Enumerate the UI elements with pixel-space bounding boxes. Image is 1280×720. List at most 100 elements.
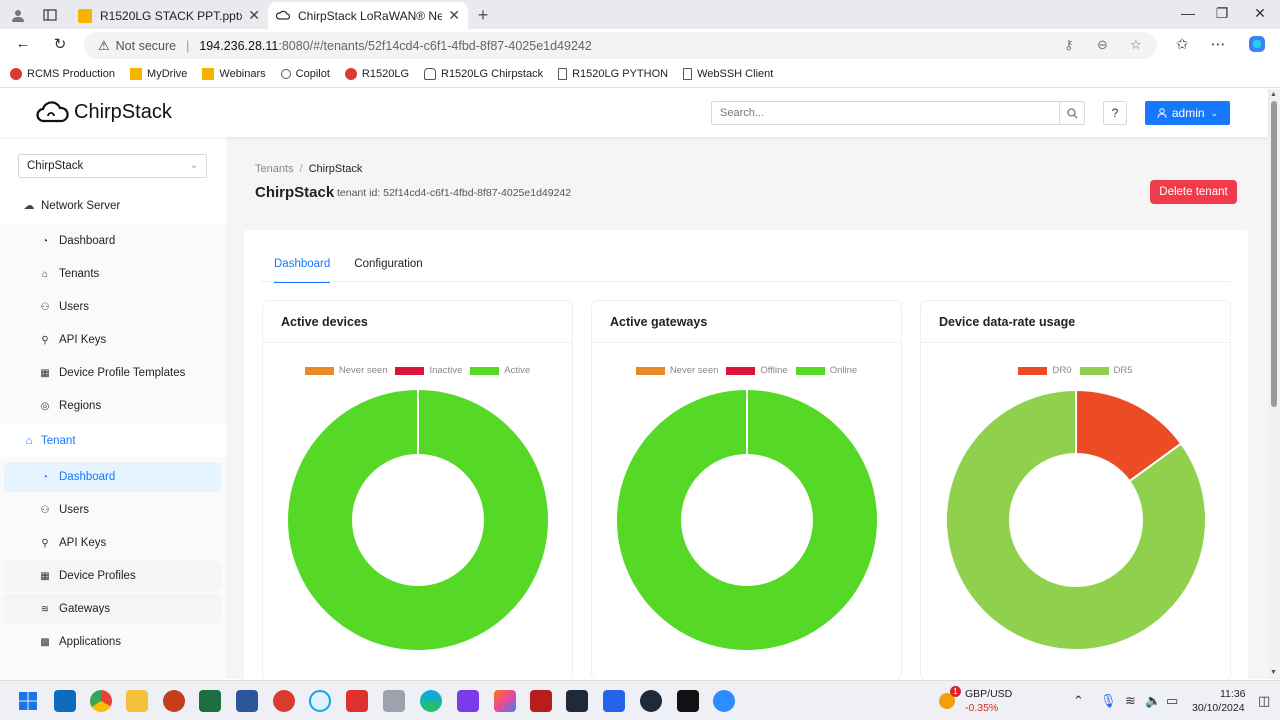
app-header: ChirpStack ? admin ⌄ bbox=[0, 89, 1268, 137]
legend-item[interactable]: Online bbox=[795, 365, 857, 376]
bookmark-webinars[interactable]: Webinars bbox=[202, 68, 266, 80]
scroll-down-icon[interactable]: ▼ bbox=[1270, 669, 1277, 676]
bookmark-r1520lg[interactable]: R1520LG bbox=[344, 68, 409, 80]
sidebar-item-device-profile-templates[interactable]: ▦ Device Profile Templates bbox=[4, 358, 221, 388]
word-icon[interactable] bbox=[236, 690, 258, 712]
favorites-icon[interactable]: ✩ bbox=[1172, 35, 1192, 53]
sidebar-item-ns-api-keys[interactable]: ⚲ API Keys bbox=[4, 325, 221, 355]
key-icon[interactable]: ⚷ bbox=[1064, 37, 1074, 53]
close-icon[interactable]: ✕ bbox=[248, 7, 260, 24]
ticker-name[interactable]: GBP/USD bbox=[965, 688, 1012, 700]
minimize-icon[interactable]: — bbox=[1178, 5, 1198, 21]
chirpstack-logo[interactable]: ChirpStack bbox=[36, 99, 172, 125]
refresh-icon[interactable]: ↻ bbox=[50, 35, 70, 53]
legend-item[interactable]: Inactive bbox=[395, 365, 462, 376]
zoom-icon[interactable]: ⊖ bbox=[1097, 37, 1108, 53]
user-menu-button[interactable]: admin ⌄ bbox=[1145, 101, 1230, 125]
sidebar-item-applications[interactable]: ▩ Applications bbox=[4, 627, 221, 657]
pdf-icon[interactable] bbox=[530, 690, 552, 712]
legend-label: DR5 bbox=[1113, 365, 1133, 376]
legend-item[interactable]: Never seen bbox=[635, 365, 718, 376]
anydesk-icon[interactable] bbox=[346, 690, 368, 712]
terminal-icon[interactable] bbox=[566, 690, 588, 712]
bookmark-chirpstack[interactable]: R1520LG Chirpstack bbox=[424, 68, 543, 80]
tenant-group[interactable]: ⌂ Tenant bbox=[22, 435, 76, 447]
excel-icon[interactable] bbox=[199, 690, 221, 712]
clock-time[interactable]: 11:36 bbox=[1220, 688, 1246, 700]
legend-item[interactable]: Offline bbox=[726, 365, 788, 376]
tab-dashboard[interactable]: Dashboard bbox=[274, 258, 331, 283]
new-tab-button[interactable]: + bbox=[473, 5, 493, 25]
battery-icon[interactable]: ▭ bbox=[1166, 693, 1178, 709]
delete-tenant-button[interactable]: Delete tenant bbox=[1150, 180, 1237, 204]
tray-chevron-icon[interactable]: ⌃ bbox=[1073, 693, 1084, 709]
sidebar-item-gateways[interactable]: ≋ Gateways bbox=[4, 594, 221, 624]
clipchamp-icon[interactable] bbox=[457, 690, 479, 712]
profile-icon[interactable] bbox=[8, 5, 28, 25]
cat-app-icon[interactable] bbox=[677, 690, 699, 712]
sidebar-item-tenant-api-keys[interactable]: ⚲ API Keys bbox=[4, 528, 221, 558]
legend-item[interactable]: DR5 bbox=[1079, 365, 1133, 376]
sidebar: ChirpStack ⌄ ☁ Network Server ◔ Dashboard… bbox=[0, 137, 226, 679]
tab-actions-icon[interactable] bbox=[40, 5, 60, 25]
wifi-icon[interactable]: ≋ bbox=[1125, 693, 1136, 709]
snipping-tool-icon[interactable] bbox=[383, 690, 405, 712]
back-icon[interactable]: ← bbox=[13, 35, 33, 52]
bookmark-python[interactable]: R1520LG PYTHON bbox=[558, 68, 668, 80]
sidebar-item-tenant-dashboard[interactable]: ◔ Dashboard bbox=[4, 462, 221, 492]
sidebar-item-ns-users[interactable]: ⚇ Users bbox=[4, 292, 221, 322]
favorite-star-icon[interactable]: ☆ bbox=[1130, 37, 1142, 53]
bookmark-rcms[interactable]: RCMS Production bbox=[10, 68, 115, 80]
sidebar-item-ns-dashboard[interactable]: ◔ Dashboard bbox=[4, 226, 221, 256]
browser-tab-chirpstack[interactable]: ChirpStack LoRaWAN® Network ✕ bbox=[268, 2, 468, 29]
card-title: Active gateways bbox=[592, 301, 901, 343]
search-icon bbox=[1066, 107, 1077, 118]
sidebar-item-regions[interactable]: ◎ Regions bbox=[4, 391, 221, 421]
bookmark-mydrive[interactable]: MyDrive bbox=[130, 68, 187, 80]
scroll-up-icon[interactable]: ▲ bbox=[1270, 91, 1277, 98]
legend-item[interactable]: Active bbox=[470, 365, 530, 376]
chat-icon[interactable] bbox=[309, 690, 331, 712]
breadcrumb-tenants-link[interactable]: Tenants bbox=[255, 163, 294, 175]
outlook-icon[interactable] bbox=[54, 690, 76, 712]
rcms-app-icon[interactable] bbox=[273, 690, 295, 712]
clock-date[interactable]: 30/10/2024 bbox=[1192, 702, 1245, 714]
sidebar-item-device-profiles[interactable]: ▦ Device Profiles bbox=[4, 561, 221, 591]
copilot-app-icon[interactable] bbox=[494, 690, 516, 712]
template-icon: ▦ bbox=[40, 367, 50, 379]
network-server-group[interactable]: ☁ Network Server bbox=[22, 199, 121, 213]
page-scrollbar[interactable]: ▲ ▼ bbox=[1268, 89, 1280, 679]
tab-list: Dashboard Configuration bbox=[274, 258, 447, 283]
bookmark-webssh[interactable]: WebSSH Client bbox=[683, 68, 773, 80]
windows-start-icon[interactable] bbox=[17, 690, 39, 712]
microphone-icon[interactable]: 🎙 bbox=[1100, 693, 1117, 709]
more-menu-icon[interactable]: ⋯ bbox=[1208, 35, 1228, 53]
sidebar-item-tenants[interactable]: ⌂ Tenants bbox=[4, 259, 221, 289]
edge-icon[interactable] bbox=[420, 690, 442, 712]
search-button[interactable] bbox=[1059, 102, 1084, 124]
volume-icon[interactable]: 🔈 bbox=[1145, 693, 1161, 709]
legend-item[interactable]: DR0 bbox=[1018, 365, 1072, 376]
zoom-icon[interactable] bbox=[713, 690, 735, 712]
url-bar[interactable]: ⚠ Not secure | 194.236.28.11 :8080/#/ten… bbox=[84, 32, 1157, 59]
steam-icon[interactable] bbox=[640, 690, 662, 712]
bookmark-copilot[interactable]: Copilot bbox=[280, 68, 330, 80]
tab-configuration[interactable]: Configuration bbox=[354, 258, 422, 283]
help-button[interactable]: ? bbox=[1103, 101, 1127, 125]
close-window-icon[interactable]: ✕ bbox=[1250, 5, 1270, 22]
powershell-icon[interactable] bbox=[603, 690, 625, 712]
search-input[interactable] bbox=[712, 102, 1059, 124]
file-explorer-icon[interactable] bbox=[126, 690, 148, 712]
chrome-icon[interactable] bbox=[90, 690, 112, 712]
maximize-icon[interactable]: ❐ bbox=[1212, 5, 1232, 22]
sidebar-item-tenant-users[interactable]: ⚇ Users bbox=[4, 495, 221, 525]
tenant-select[interactable]: ChirpStack ⌄ bbox=[18, 154, 207, 178]
notifications-icon[interactable]: ◫ bbox=[1258, 693, 1270, 709]
chevron-down-icon: ⌄ bbox=[189, 160, 198, 171]
powerpoint-icon[interactable] bbox=[163, 690, 185, 712]
legend-item[interactable]: Never seen bbox=[304, 365, 387, 376]
copilot-icon[interactable] bbox=[1247, 34, 1267, 58]
scrollbar-thumb[interactable] bbox=[1271, 101, 1277, 407]
browser-tab-pptx[interactable]: R1520LG STACK PPT.pptx - Googl ✕ bbox=[70, 2, 268, 29]
close-icon[interactable]: ✕ bbox=[448, 7, 460, 24]
